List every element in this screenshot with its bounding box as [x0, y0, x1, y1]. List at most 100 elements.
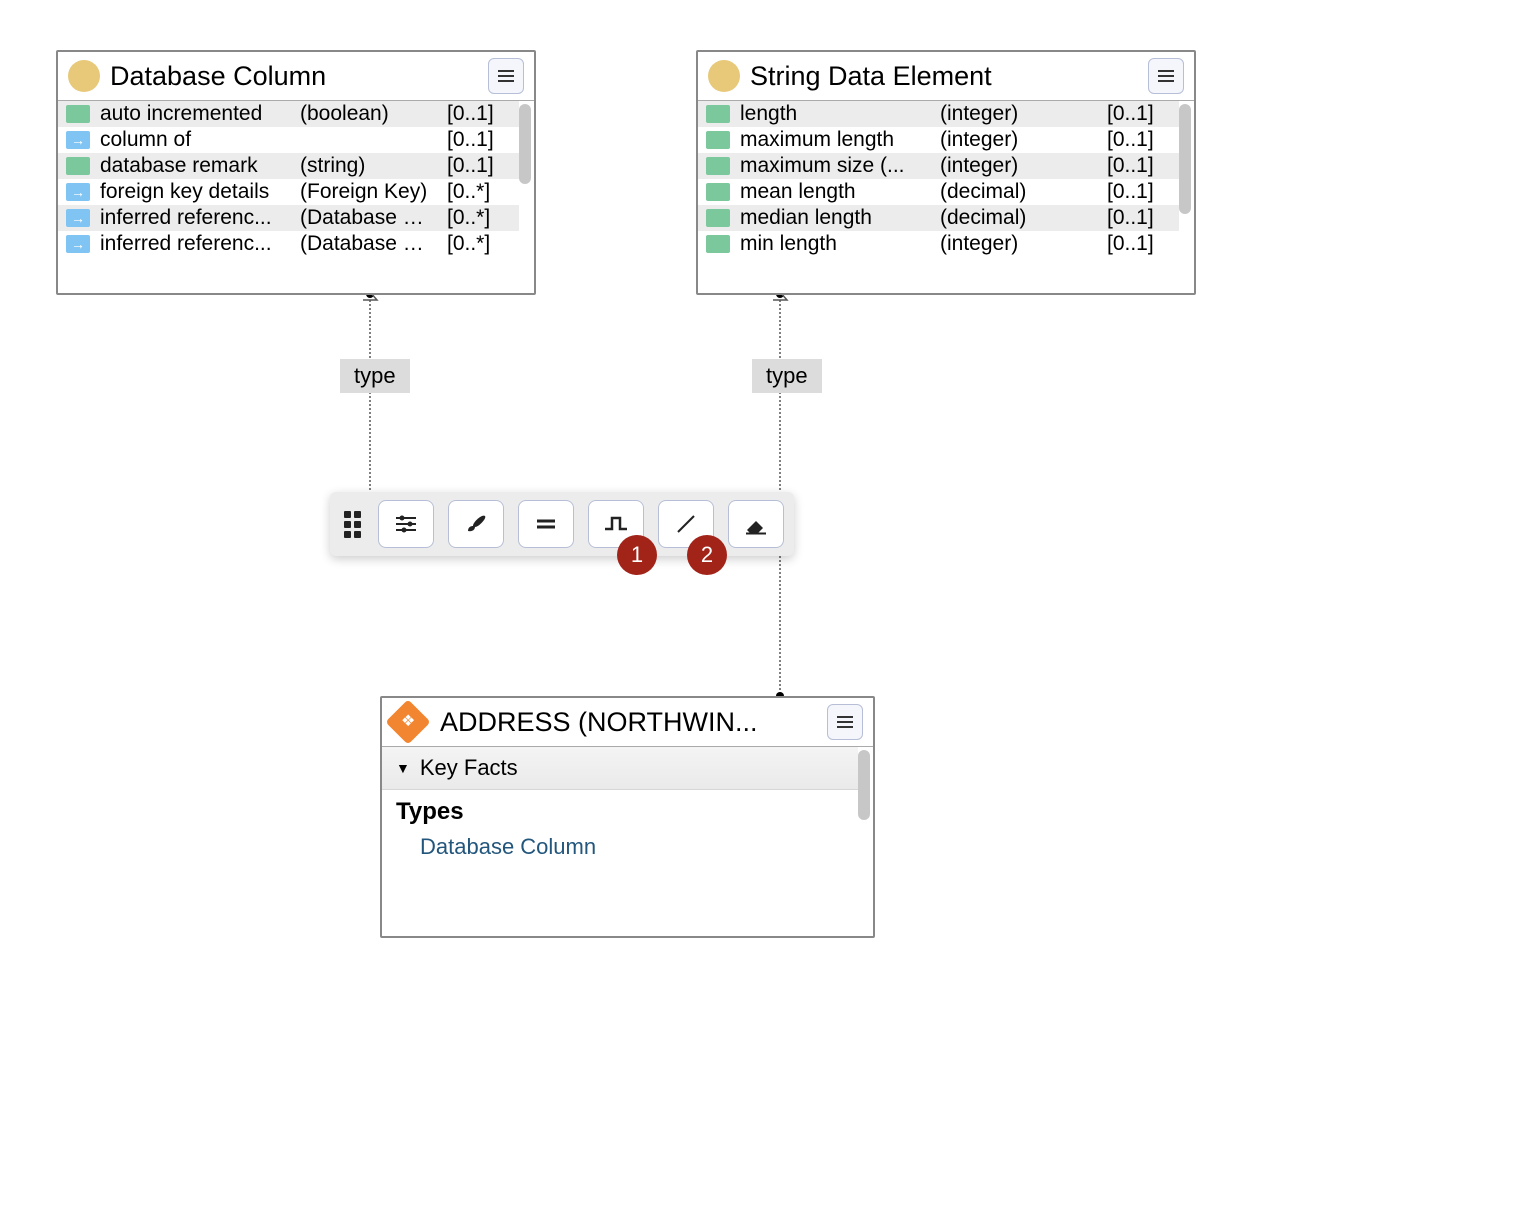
- node-address[interactable]: ❖ ADDRESS (NORTHWIN... ▼ Key Facts Types…: [380, 696, 875, 938]
- node-string-data-element[interactable]: String Data Element length (integer) [0..1…: [696, 50, 1196, 295]
- attribute-cardinality: [0..1]: [1107, 206, 1171, 230]
- attribute-cardinality: [0..*]: [447, 232, 511, 256]
- attribute-cardinality: [0..1]: [1107, 128, 1171, 152]
- class-icon: [708, 60, 740, 92]
- scrollbar[interactable]: [858, 750, 870, 869]
- attribute-row[interactable]: maximum length (integer) [0..1]: [698, 127, 1179, 153]
- reference-icon: →: [66, 183, 90, 201]
- node-title: Database Column: [110, 61, 478, 92]
- node-title: ADDRESS (NORTHWIN...: [440, 707, 817, 738]
- attribute-icon: [706, 209, 730, 227]
- attribute-name: inferred referenc...: [100, 232, 290, 256]
- attribute-name: foreign key details: [100, 180, 290, 204]
- attribute-list: length (integer) [0..1] maximum length (inte…: [698, 101, 1179, 257]
- erase-button[interactable]: [728, 500, 784, 548]
- attribute-row[interactable]: auto incremented (boolean) [0..1]: [58, 101, 519, 127]
- attribute-icon: [66, 105, 90, 123]
- brush-icon: [464, 513, 488, 535]
- node-database-column[interactable]: Database Column auto incremented (boolean…: [56, 50, 536, 295]
- hamburger-icon: [1157, 69, 1175, 83]
- attribute-name: min length: [740, 232, 930, 256]
- attribute-row[interactable]: →inferred referenc...(Database Colu...[0…: [58, 205, 519, 231]
- node-title: String Data Element: [750, 61, 1138, 92]
- attribute-icon: [706, 105, 730, 123]
- orthogonal-link-button[interactable]: 1: [588, 500, 644, 548]
- attribute-type: (integer): [940, 128, 1097, 152]
- attribute-row[interactable]: database remark (string) [0..1]: [58, 153, 519, 179]
- types-heading: Types: [382, 790, 858, 826]
- caret-down-icon: ▼: [396, 760, 410, 776]
- scrollbar[interactable]: [1179, 104, 1191, 254]
- attribute-cardinality: [0..*]: [447, 206, 511, 230]
- attribute-name: mean length: [740, 180, 930, 204]
- attribute-icon: [706, 235, 730, 253]
- node-menu-button[interactable]: [1148, 58, 1184, 94]
- callout-badge: 1: [617, 535, 657, 575]
- style-button[interactable]: [448, 500, 504, 548]
- diagonal-line-icon: [674, 512, 698, 536]
- element-icon: ❖: [385, 699, 430, 744]
- attribute-row[interactable]: → inferred referenc... (Database Colu... [0…: [58, 231, 519, 257]
- node-menu-button[interactable]: [827, 704, 863, 740]
- attribute-row[interactable]: →foreign key details(Foreign Key)[0..*]: [58, 179, 519, 205]
- attribute-row[interactable]: → column of [0..1]: [58, 127, 519, 153]
- step-line-icon: [603, 514, 629, 534]
- attribute-row[interactable]: mean length (decimal) [0..1]: [698, 179, 1179, 205]
- reference-icon: →: [66, 235, 90, 253]
- attribute-type: (decimal): [940, 180, 1097, 204]
- straight-link-button[interactable]: 2: [658, 500, 714, 548]
- attribute-icon: [66, 157, 90, 175]
- attribute-cardinality: [0..*]: [447, 180, 511, 204]
- context-toolbar[interactable]: 1 2: [330, 492, 794, 556]
- reference-icon: →: [66, 209, 90, 227]
- key-facts-header[interactable]: ▼ Key Facts: [382, 747, 858, 790]
- attribute-type: (decimal): [940, 206, 1097, 230]
- settings-button[interactable]: [378, 500, 434, 548]
- attribute-name: maximum length: [740, 128, 930, 152]
- attribute-cardinality: [0..1]: [1107, 154, 1171, 178]
- attribute-name: length: [740, 102, 930, 126]
- hamburger-icon: [497, 69, 515, 83]
- attribute-cardinality: [0..1]: [447, 128, 511, 152]
- callout-badge: 2: [687, 535, 727, 575]
- attribute-name: column of: [100, 128, 290, 152]
- edge-label: type: [752, 359, 822, 393]
- attribute-name: inferred referenc...: [100, 206, 290, 230]
- equals-button[interactable]: [518, 500, 574, 548]
- attribute-type: (Database Colu...: [300, 232, 437, 256]
- attribute-cardinality: [0..1]: [447, 154, 511, 178]
- attribute-row[interactable]: min length (integer) [0..1]: [698, 231, 1179, 257]
- attribute-cardinality: [0..1]: [1107, 102, 1171, 126]
- attribute-type: (integer): [940, 232, 1097, 256]
- attribute-type: (string): [300, 154, 437, 178]
- attribute-type: (boolean): [300, 102, 437, 126]
- attribute-name: maximum size (...: [740, 154, 930, 178]
- attribute-name: database remark: [100, 154, 290, 178]
- type-link[interactable]: Database Column: [382, 826, 858, 872]
- attribute-row[interactable]: length (integer) [0..1]: [698, 101, 1179, 127]
- attribute-row[interactable]: median length (decimal) [0..1]: [698, 205, 1179, 231]
- section-title: Key Facts: [420, 755, 518, 781]
- scrollbar[interactable]: [519, 104, 531, 254]
- equals-icon: [535, 517, 557, 531]
- sliders-icon: [394, 514, 418, 534]
- drag-grip-icon[interactable]: [340, 511, 364, 538]
- attribute-name: median length: [740, 206, 930, 230]
- attribute-icon: [706, 183, 730, 201]
- attribute-icon: [706, 157, 730, 175]
- node-menu-button[interactable]: [488, 58, 524, 94]
- attribute-icon: [706, 131, 730, 149]
- attribute-row[interactable]: maximum size (... (integer) [0..1]: [698, 153, 1179, 179]
- hamburger-icon: [836, 715, 854, 729]
- attribute-cardinality: [0..1]: [447, 102, 511, 126]
- attribute-name: auto incremented: [100, 102, 290, 126]
- eraser-icon: [743, 513, 769, 535]
- edge-label: type: [340, 359, 410, 393]
- attribute-cardinality: [0..1]: [1107, 232, 1171, 256]
- attribute-type: (integer): [940, 154, 1097, 178]
- attribute-list: auto incremented (boolean) [0..1] → column o…: [58, 101, 519, 257]
- reference-icon: →: [66, 131, 90, 149]
- class-icon: [68, 60, 100, 92]
- attribute-type: (integer): [940, 102, 1097, 126]
- attribute-cardinality: [0..1]: [1107, 180, 1171, 204]
